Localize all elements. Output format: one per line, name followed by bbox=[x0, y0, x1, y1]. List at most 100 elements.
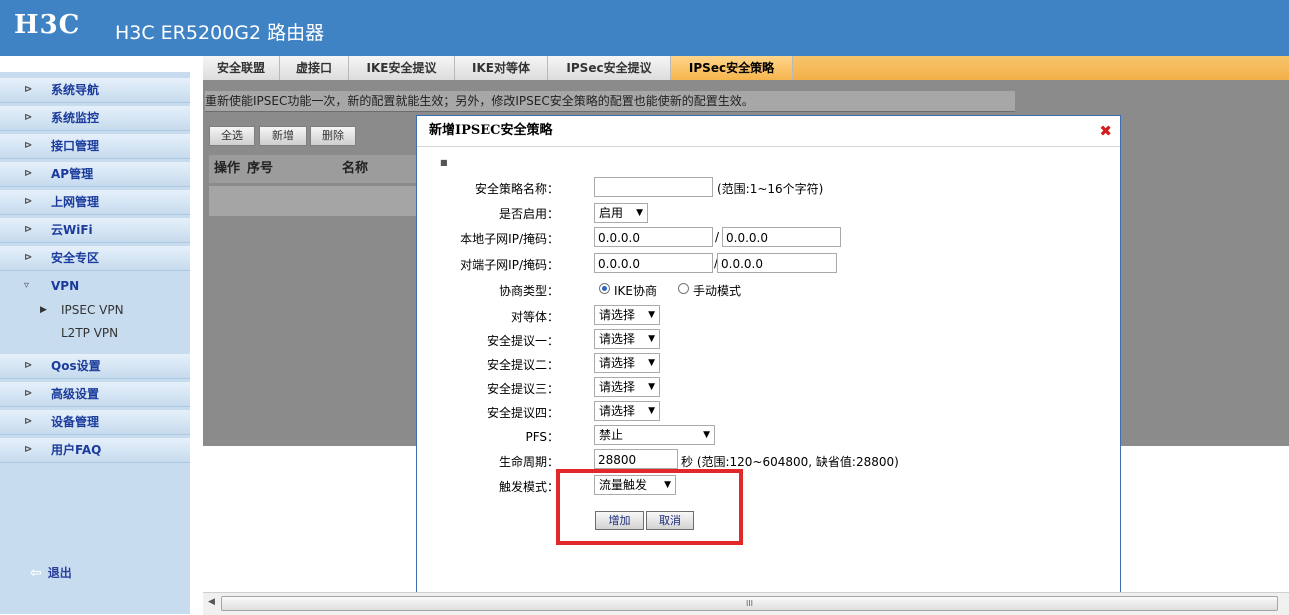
local-subnet-label: 本地子网IP/掩码： bbox=[460, 232, 559, 246]
remote-ip-input[interactable]: 0.0.0.0 bbox=[594, 253, 713, 273]
expand-arrow-icon: ⊳ bbox=[24, 196, 33, 207]
col-header-op: 操作 bbox=[214, 161, 241, 176]
pfs-label: PFS： bbox=[525, 430, 559, 444]
sidebar-item-label: AP管理 bbox=[51, 167, 94, 181]
local-ip-input[interactable]: 0.0.0.0 bbox=[594, 227, 713, 247]
pfs-select-value: 禁止 bbox=[599, 428, 624, 442]
sidebar-item-system-monitor[interactable]: ⊳ 系统监控 bbox=[0, 106, 190, 131]
sidebar-item-advanced[interactable]: ⊳ 高级设置 bbox=[0, 382, 190, 407]
sidebar-subitem-label: IPSEC VPN bbox=[61, 303, 124, 317]
peer-select[interactable]: 请选择 ▼ bbox=[594, 305, 660, 325]
proposal1-select-value: 请选择 bbox=[599, 332, 636, 346]
sidebar-item-ap[interactable]: ⊳ AP管理 bbox=[0, 162, 190, 187]
expand-arrow-icon: ⊳ bbox=[24, 388, 33, 399]
policy-name-label: 安全策略名称： bbox=[474, 182, 559, 196]
proposal2-select[interactable]: 请选择 ▼ bbox=[594, 353, 660, 373]
app-header: H3C H3C ER5200G2 路由器 bbox=[0, 0, 1289, 56]
sidebar-item-label: 云WiFi bbox=[51, 223, 93, 237]
proposal2-select-value: 请选择 bbox=[599, 356, 636, 370]
sidebar-item-label: VPN bbox=[51, 279, 80, 293]
sidebar-item-label: 设备管理 bbox=[51, 415, 100, 429]
proposal3-label: 安全提议三： bbox=[486, 382, 559, 396]
sidebar-item-system-nav[interactable]: ⊳ 系统导航 bbox=[0, 78, 190, 103]
highlight-box bbox=[556, 469, 743, 545]
tab-virtual-interface[interactable]: 虚接口 bbox=[280, 56, 349, 80]
lifetime-label: 生命周期： bbox=[498, 455, 559, 469]
manual-mode-label: 手动模式 bbox=[693, 284, 742, 298]
ike-mode-label: IKE协商 bbox=[614, 284, 657, 298]
tab-ike-peer[interactable]: IKE对等体 bbox=[455, 56, 548, 80]
logout-link[interactable]: ⇦ 退出 bbox=[30, 564, 72, 581]
chevron-down-icon: ▼ bbox=[636, 208, 643, 218]
sidebar-divider bbox=[190, 56, 202, 614]
sidebar-item-label: 系统导航 bbox=[51, 83, 100, 97]
scrollbar-thumb[interactable]: III bbox=[221, 596, 1278, 611]
local-mask-input[interactable]: 0.0.0.0 bbox=[722, 227, 841, 247]
sidebar-item-qos[interactable]: ⊳ Qos设置 bbox=[0, 354, 190, 379]
pointer-icon: ▶ bbox=[40, 305, 47, 315]
chevron-down-icon: ▼ bbox=[648, 382, 655, 392]
remote-mask-input[interactable]: 0.0.0.0 bbox=[717, 253, 837, 273]
expand-arrow-icon: ⊳ bbox=[24, 140, 33, 151]
sidebar-subitem-l2tp-vpn[interactable]: L2TP VPN bbox=[0, 322, 190, 344]
sidebar-item-interface[interactable]: ⊳ 接口管理 bbox=[0, 134, 190, 159]
sidebar-item-vpn[interactable]: ▿ VPN bbox=[0, 274, 190, 298]
dialog-title: 新增IPSEC安全策略 bbox=[429, 123, 553, 138]
scroll-left-icon[interactable]: ◀ bbox=[208, 597, 215, 607]
peer-label: 对等体： bbox=[510, 310, 559, 324]
chevron-down-icon: ▼ bbox=[648, 406, 655, 416]
enable-select-value: 启用 bbox=[599, 206, 624, 220]
policy-name-input[interactable] bbox=[594, 177, 713, 197]
ike-mode-radio[interactable] bbox=[599, 283, 610, 294]
sidebar-subitem-ipsec-vpn[interactable]: ▶ IPSEC VPN bbox=[0, 299, 190, 321]
expand-arrow-icon: ⊳ bbox=[24, 168, 33, 179]
proposal4-select-value: 请选择 bbox=[599, 404, 636, 418]
manual-mode-radio[interactable] bbox=[678, 283, 689, 294]
delete-button[interactable]: 删除 bbox=[310, 126, 356, 146]
table-header: 操作 序号 名称 bbox=[209, 155, 416, 183]
add-button[interactable]: 新增 bbox=[259, 126, 307, 146]
tab-ipsec-proposal[interactable]: IPSec安全提议 bbox=[548, 56, 671, 80]
enable-select[interactable]: 启用 ▼ bbox=[594, 203, 648, 223]
collapse-arrow-icon: ▿ bbox=[24, 280, 30, 291]
proposal3-select[interactable]: 请选择 ▼ bbox=[594, 377, 660, 397]
expand-arrow-icon: ⊳ bbox=[24, 360, 33, 371]
chevron-down-icon: ▼ bbox=[703, 430, 710, 440]
sidebar-subitem-label: L2TP VPN bbox=[61, 326, 119, 340]
expand-arrow-icon: ⊳ bbox=[24, 252, 33, 263]
tab-ipsec-policy[interactable]: IPSec安全策略 bbox=[671, 56, 793, 80]
remote-subnet-label: 对端子网IP/掩码： bbox=[460, 258, 559, 272]
sidebar-item-faq[interactable]: ⊳ 用户FAQ bbox=[0, 438, 190, 463]
h3c-logo: H3C bbox=[14, 10, 81, 40]
col-header-name: 名称 bbox=[342, 161, 369, 176]
app-title: H3C ER5200G2 路由器 bbox=[115, 22, 325, 44]
select-all-button[interactable]: 全选 bbox=[209, 126, 255, 146]
bullet-icon: ■ bbox=[440, 158, 448, 167]
tab-bar: 安全联盟 虚接口 IKE安全提议 IKE对等体 IPSec安全提议 IPSec安… bbox=[203, 56, 1289, 80]
expand-arrow-icon: ⊳ bbox=[24, 84, 33, 95]
proposal4-label: 安全提议四： bbox=[486, 406, 559, 420]
sidebar-item-label: 安全专区 bbox=[51, 251, 100, 265]
pfs-select[interactable]: 禁止 ▼ bbox=[594, 425, 715, 445]
sidebar-item-device[interactable]: ⊳ 设备管理 bbox=[0, 410, 190, 435]
proposal4-select[interactable]: 请选择 ▼ bbox=[594, 401, 660, 421]
lifetime-input[interactable]: 28800 bbox=[594, 449, 678, 469]
tab-security-association[interactable]: 安全联盟 bbox=[203, 56, 280, 80]
tab-ike-proposal[interactable]: IKE安全提议 bbox=[349, 56, 455, 80]
chevron-down-icon: ▼ bbox=[648, 358, 655, 368]
negotiation-type-label: 协商类型： bbox=[498, 284, 559, 298]
horizontal-scrollbar[interactable]: ◀ III bbox=[203, 592, 1289, 615]
notice-text: 重新使能IPSEC功能一次，新的配置就能生效；另外，修改IPSEC安全策略的配置… bbox=[205, 91, 1015, 112]
sidebar-item-internet[interactable]: ⊳ 上网管理 bbox=[0, 190, 190, 215]
sidebar-item-label: 用户FAQ bbox=[51, 443, 102, 457]
enable-label: 是否启用： bbox=[498, 207, 559, 221]
sidebar-item-label: 系统监控 bbox=[51, 111, 100, 125]
sidebar-item-label: 上网管理 bbox=[51, 195, 100, 209]
sidebar-item-security[interactable]: ⊳ 安全专区 bbox=[0, 246, 190, 271]
close-icon[interactable]: ✖ bbox=[1099, 116, 1112, 146]
expand-arrow-icon: ⊳ bbox=[24, 112, 33, 123]
sidebar-item-cloud-wifi[interactable]: ⊳ 云WiFi bbox=[0, 218, 190, 243]
proposal1-select[interactable]: 请选择 ▼ bbox=[594, 329, 660, 349]
proposal2-label: 安全提议二： bbox=[486, 358, 559, 372]
sidebar-item-label: 高级设置 bbox=[51, 387, 100, 401]
